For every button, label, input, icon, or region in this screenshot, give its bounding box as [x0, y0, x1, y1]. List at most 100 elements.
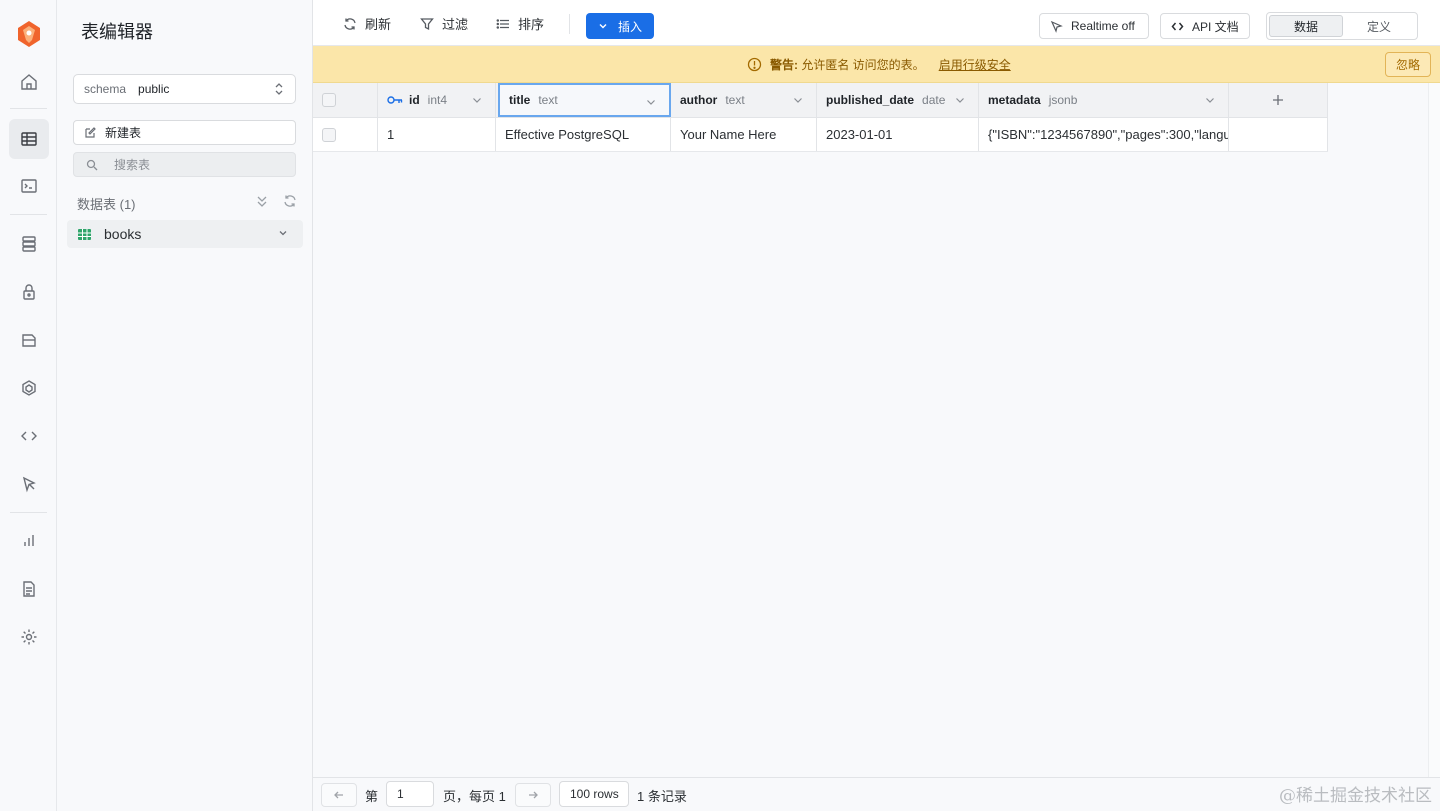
table-sidebar: 表编辑器 schema public 新建表 搜索表 数据表 (1) books [57, 0, 313, 811]
sidebar-item-books[interactable]: books [67, 220, 303, 248]
rail-divider [10, 108, 47, 109]
grid-toolbar: 刷新 过滤 排序 插入 Realtime off API 文档 数据 定义 [313, 0, 1440, 46]
new-table-button[interactable]: 新建表 [73, 120, 296, 145]
cell-author[interactable]: Your Name Here [671, 118, 817, 151]
sidebar-item-label: books [104, 226, 142, 242]
primary-key-icon [387, 96, 403, 104]
refresh-icon [344, 17, 356, 30]
column-name: metadata [988, 93, 1041, 107]
auth-lock-icon[interactable] [9, 272, 49, 312]
chevron-down-icon[interactable] [792, 94, 804, 106]
sort-button[interactable]: 排序 [496, 14, 544, 33]
arrow-left-icon [334, 791, 343, 799]
search-tables-input[interactable]: 搜索表 [73, 152, 296, 177]
chevron-down-icon[interactable] [471, 94, 483, 106]
ignore-button[interactable]: 忽略 [1385, 52, 1431, 77]
cell-published-date[interactable]: 2023-01-01 [817, 118, 979, 151]
edge-functions-icon[interactable] [9, 368, 49, 408]
enable-rls-link[interactable]: 启用行级安全 [939, 56, 1011, 73]
reports-chart-icon[interactable] [9, 521, 49, 561]
code-icon [1171, 22, 1184, 30]
cell-empty [1229, 118, 1328, 151]
tab-data[interactable]: 数据 [1269, 15, 1343, 37]
new-table-label: 新建表 [105, 126, 142, 140]
column-header-metadata[interactable]: metadata jsonb [979, 83, 1229, 117]
home-icon[interactable] [9, 62, 49, 102]
column-header-id[interactable]: id int4 [378, 83, 496, 117]
refresh-icon[interactable] [283, 194, 297, 208]
insert-label: 插入 [617, 19, 642, 34]
column-name: author [680, 93, 718, 107]
column-type: jsonb [1048, 93, 1078, 107]
pagination-footer: 第 1 页，每页 1 100 rows 1 条记录 [313, 777, 1440, 811]
chevron-down-icon[interactable] [1204, 94, 1216, 106]
table-row[interactable]: 1 Effective PostgreSQL Your Name Here 20… [313, 118, 1328, 152]
schema-label: schema [84, 82, 127, 96]
rows-per-page-select[interactable]: 100 rows [559, 781, 629, 807]
select-all-cell [313, 83, 378, 117]
record-count: 1 条记录 [637, 789, 687, 804]
table-editor-icon[interactable] [9, 119, 49, 159]
column-header-published-date[interactable]: published_date date [817, 83, 979, 117]
column-header-author[interactable]: author text [671, 83, 817, 117]
api-docs-button[interactable]: API 文档 [1160, 13, 1250, 39]
chevron-down-icon[interactable] [277, 227, 289, 239]
column-type: date [922, 93, 946, 107]
left-rail [0, 0, 57, 811]
warning-circle-icon [747, 57, 762, 72]
plus-icon [1273, 95, 1283, 105]
page-title: 表编辑器 [81, 22, 153, 42]
schema-select[interactable]: schema public [73, 74, 296, 104]
arrow-right-icon [529, 791, 538, 799]
watermark: @稀土掘金技术社区 [1279, 786, 1432, 806]
prev-page-button[interactable] [321, 783, 357, 807]
insert-button[interactable]: 插入 [586, 13, 654, 39]
search-placeholder: 搜索表 [114, 158, 151, 172]
collapse-all-icon[interactable] [255, 194, 269, 208]
rls-warning-banner: 警告: 允许匿名 访问您的表。 启用行级安全 忽略 [313, 46, 1440, 83]
realtime-toggle-button[interactable]: Realtime off [1039, 13, 1149, 39]
row-select-cell [313, 118, 378, 151]
row-checkbox[interactable] [322, 127, 336, 142]
code-icon[interactable] [9, 416, 49, 456]
page-suffix: 页，每页 1 [443, 789, 506, 804]
chevron-down-icon [599, 24, 607, 29]
sql-editor-icon[interactable] [9, 166, 49, 206]
column-type: text [538, 93, 558, 107]
cell-metadata[interactable]: {"ISBN":"1234567890","pages":300,"langu [979, 118, 1229, 151]
grid-header-row: id int4 title text author text published… [313, 83, 1328, 118]
app-logo[interactable] [16, 20, 42, 48]
tab-definition[interactable]: 定义 [1343, 15, 1415, 37]
storage-icon[interactable] [9, 320, 49, 360]
refresh-button[interactable]: 刷新 [343, 14, 391, 33]
rail-divider [10, 214, 47, 215]
view-toggle: 数据 定义 [1266, 12, 1418, 40]
filter-icon [420, 17, 434, 30]
filter-button[interactable]: 过滤 [420, 14, 468, 33]
column-header-title[interactable]: title text [498, 83, 671, 117]
logs-document-icon[interactable] [9, 569, 49, 609]
chevron-down-icon[interactable] [954, 94, 966, 106]
cell-title[interactable]: Effective PostgreSQL [496, 118, 671, 151]
next-page-button[interactable] [515, 783, 551, 807]
api-docs-label: API 文档 [1192, 19, 1239, 34]
page-number-input[interactable]: 1 [386, 781, 434, 807]
sort-list-icon [496, 18, 509, 29]
updown-chevron-icon [275, 83, 283, 95]
sort-label: 排序 [518, 17, 545, 32]
edit-icon [85, 127, 96, 138]
tables-section-header: 数据表 (1) [77, 194, 297, 213]
pointer-icon[interactable] [9, 464, 49, 504]
cell-id[interactable]: 1 [378, 118, 496, 151]
cursor-icon [1050, 20, 1063, 33]
select-all-checkbox[interactable] [322, 93, 336, 107]
add-column-button[interactable] [1229, 83, 1328, 117]
chevron-down-icon[interactable] [645, 96, 657, 108]
settings-gear-icon[interactable] [9, 617, 49, 657]
rail-divider [10, 512, 47, 513]
table-grid-icon [78, 228, 91, 240]
database-icon[interactable] [9, 224, 49, 264]
page-prefix: 第 [365, 789, 379, 804]
column-name: id [409, 93, 420, 107]
vertical-scrollbar[interactable] [1428, 83, 1440, 777]
